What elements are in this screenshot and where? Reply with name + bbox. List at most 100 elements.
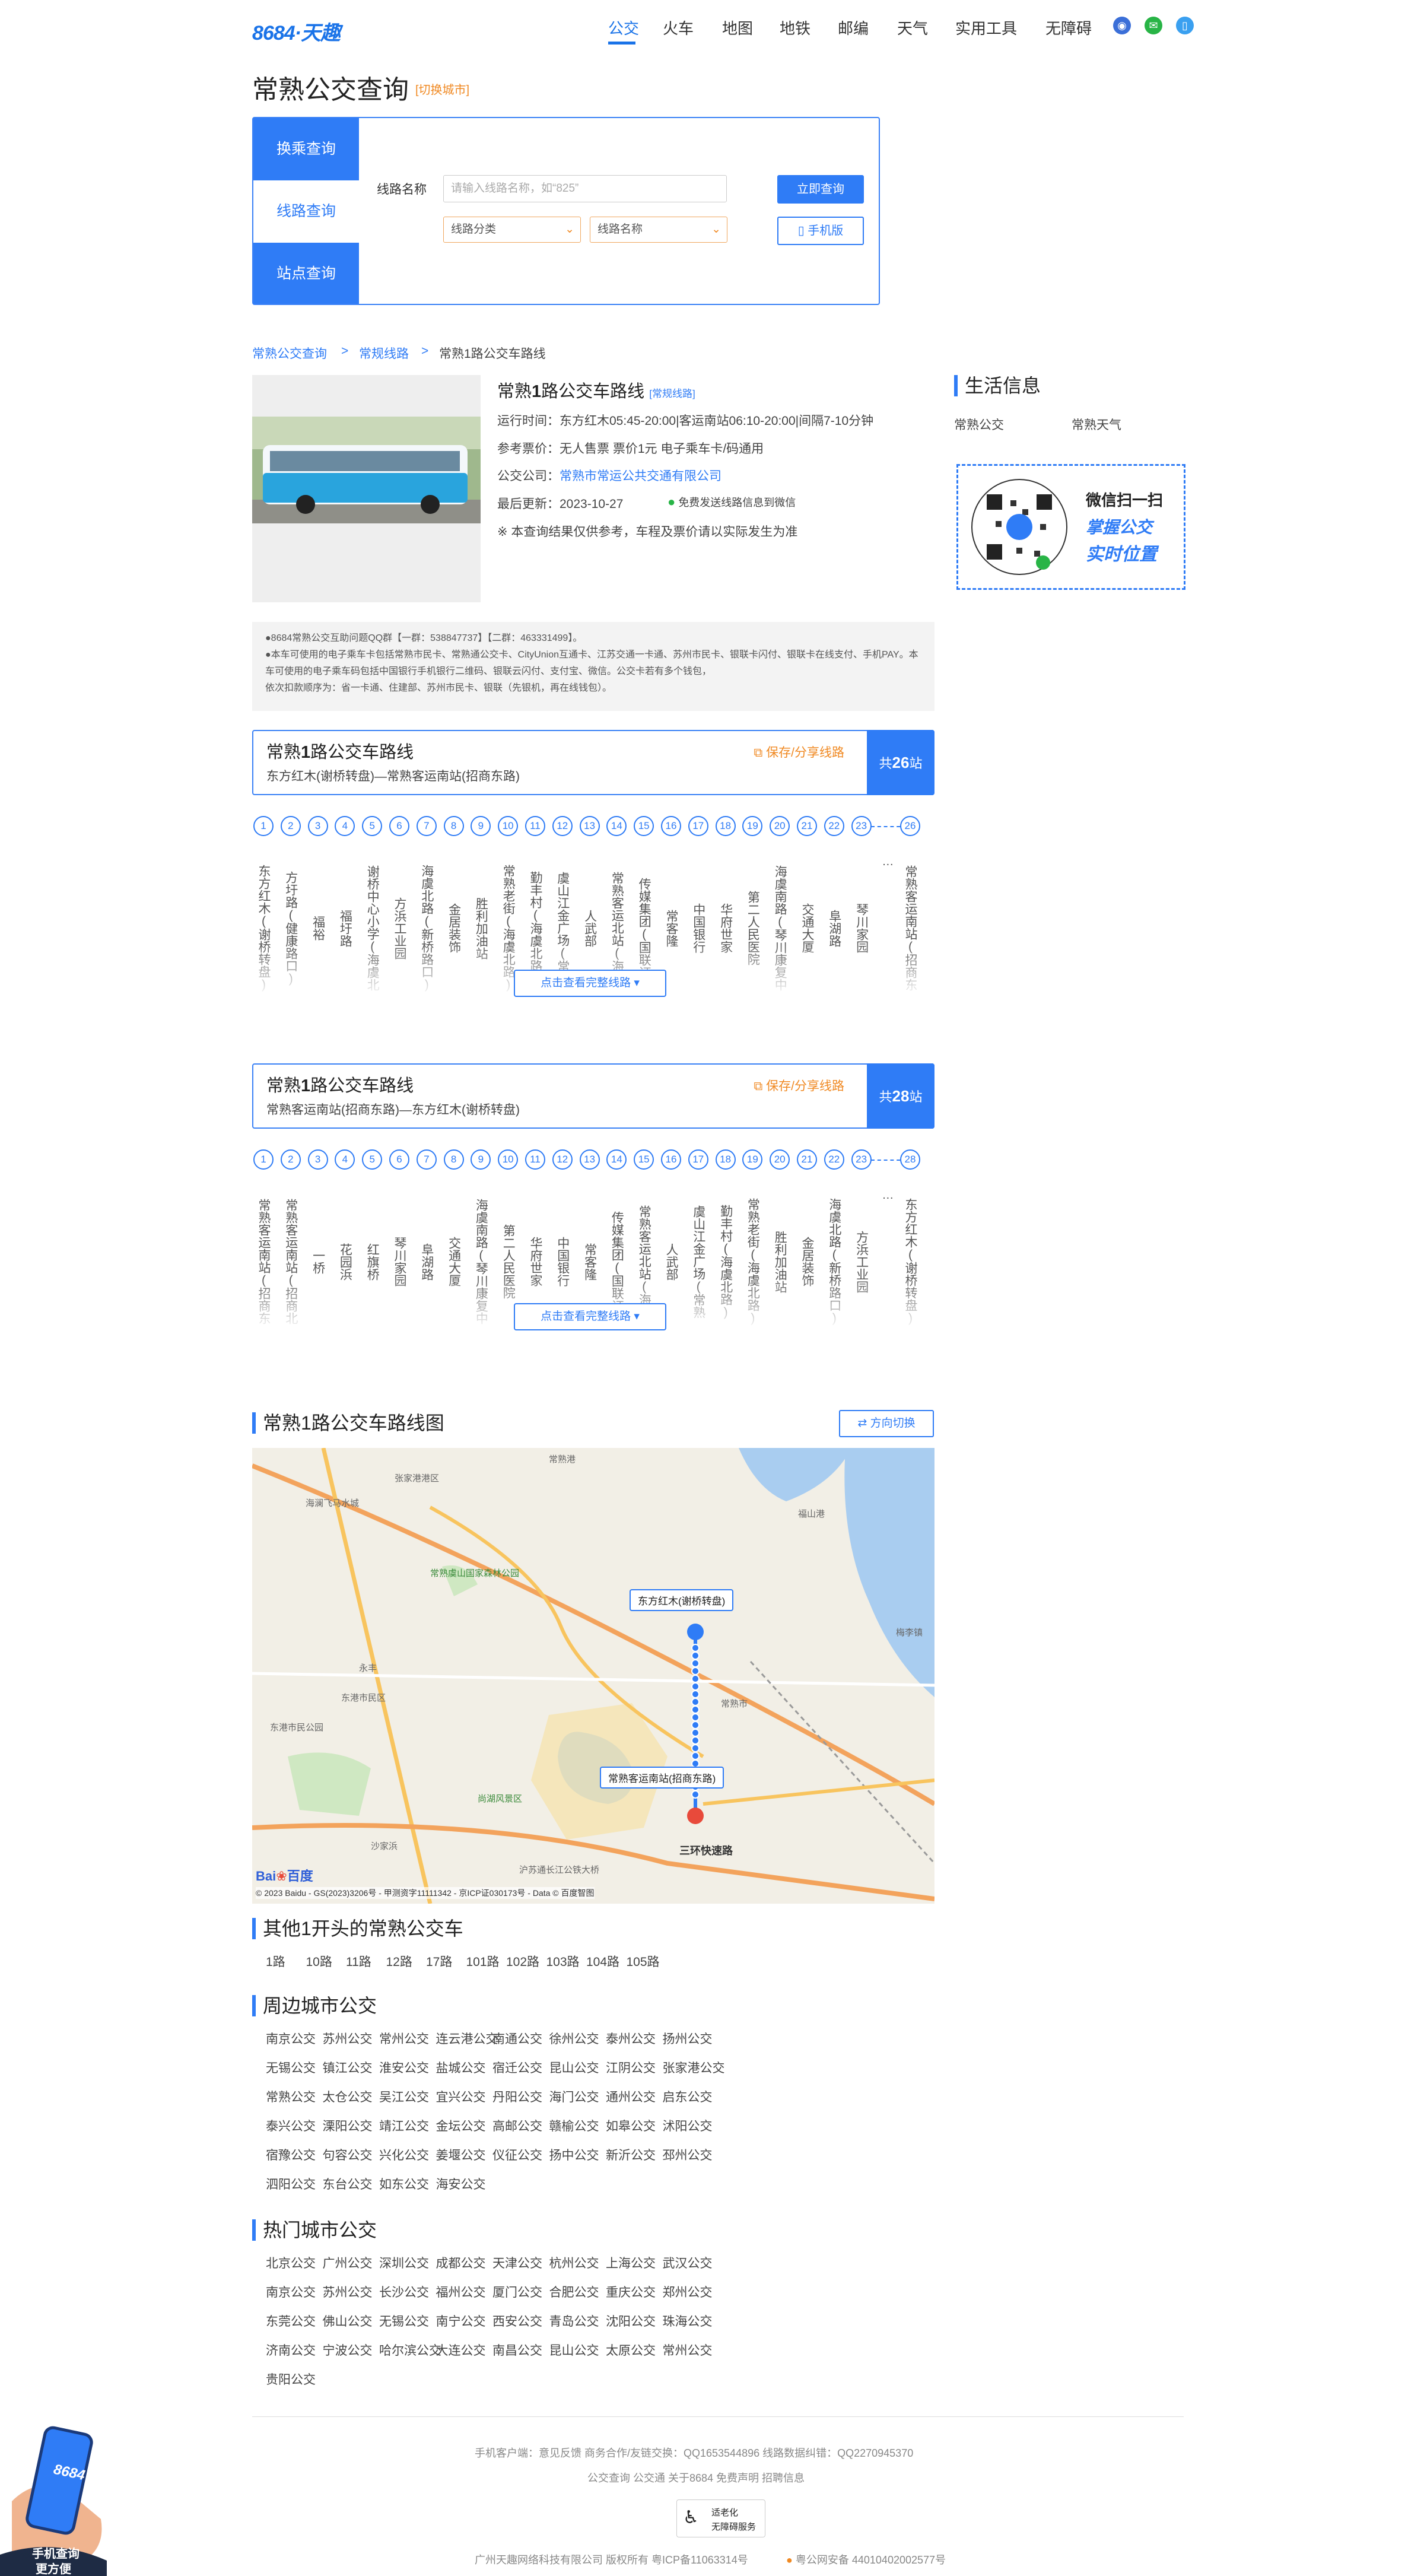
city-link[interactable]: 无锡公交: [379, 2312, 429, 2330]
sidebar-link-weather[interactable]: 常熟天气: [1072, 415, 1121, 433]
line-search-input[interactable]: 请输入线路名称，如“825”: [443, 175, 727, 202]
city-link[interactable]: 如东公交: [379, 2175, 429, 2193]
nav-metro[interactable]: 地铁: [780, 17, 810, 39]
map-stop-marker[interactable]: [691, 1667, 700, 1675]
city-link[interactable]: 泰州公交: [606, 2029, 656, 2047]
city-link[interactable]: 高邮公交: [492, 2117, 542, 2135]
city-link[interactable]: 贵阳公交: [266, 2370, 316, 2388]
city-link[interactable]: 新沂公交: [606, 2146, 656, 2164]
city-link[interactable]: 广州公交: [323, 2254, 373, 2272]
route-link[interactable]: 103路: [546, 1952, 580, 1970]
city-link[interactable]: 宁波公交: [323, 2341, 373, 2359]
map-stop-marker[interactable]: [691, 1644, 700, 1652]
city-link[interactable]: 扬中公交: [549, 2146, 599, 2164]
route-link[interactable]: 1路: [266, 1952, 285, 1970]
map-stop-marker[interactable]: [691, 1790, 700, 1799]
route-link[interactable]: 11路: [346, 1952, 371, 1970]
city-link[interactable]: 上海公交: [606, 2254, 656, 2272]
city-link[interactable]: 邳州公交: [663, 2146, 713, 2164]
share-route-link[interactable]: ⧉ 保存/分享线路: [754, 743, 844, 761]
city-link[interactable]: 海门公交: [549, 2088, 599, 2105]
city-link[interactable]: 南通公交: [492, 2029, 542, 2047]
map-stop-marker[interactable]: [691, 1721, 700, 1729]
nav-bus[interactable]: 公交: [608, 17, 639, 39]
city-link[interactable]: 镇江公交: [323, 2059, 373, 2076]
city-link[interactable]: 淮安公交: [379, 2059, 429, 2076]
city-link[interactable]: 沭阳公交: [663, 2117, 713, 2135]
wechat-icon[interactable]: ✉: [1145, 17, 1162, 34]
sidebar-link-bus[interactable]: 常熟公交: [954, 415, 1004, 433]
map-start-label[interactable]: 东方红木(谢桥转盘): [630, 1589, 734, 1611]
city-link[interactable]: 郑州公交: [663, 2283, 713, 2301]
accessibility-badge[interactable]: ♿ 适老化 无障碍服务: [676, 2499, 765, 2537]
city-link[interactable]: 盐城公交: [436, 2059, 486, 2076]
city-link[interactable]: 沈阳公交: [606, 2312, 656, 2330]
city-link[interactable]: 溧阳公交: [323, 2117, 373, 2135]
city-link[interactable]: 启东公交: [663, 2088, 713, 2105]
city-link[interactable]: 东台公交: [323, 2175, 373, 2193]
city-link[interactable]: 哈尔滨公交: [379, 2341, 441, 2359]
map-stop-marker[interactable]: [691, 1744, 700, 1752]
tab-transfer[interactable]: 换乘查询: [253, 118, 359, 180]
category-select[interactable]: 线路分类 ⌄: [443, 217, 581, 243]
city-link[interactable]: 杭州公交: [549, 2254, 599, 2272]
city-link[interactable]: 兴化公交: [379, 2146, 429, 2164]
nav-postcode[interactable]: 邮编: [838, 17, 869, 39]
nav-weather[interactable]: 天气: [897, 17, 928, 39]
map-stop-marker[interactable]: [691, 1736, 700, 1745]
city-link[interactable]: 金坛公交: [436, 2117, 486, 2135]
city-link[interactable]: 句容公交: [323, 2146, 373, 2164]
nav-accessibility[interactable]: 无障碍: [1045, 17, 1092, 39]
city-link[interactable]: 常州公交: [379, 2029, 429, 2047]
app-icon[interactable]: ▯: [1176, 17, 1194, 34]
city-link[interactable]: 深圳公交: [379, 2254, 429, 2272]
city-link[interactable]: 赣榆公交: [549, 2117, 599, 2135]
route-tag[interactable]: [常规线路]: [649, 388, 695, 399]
city-link[interactable]: 苏州公交: [323, 2029, 373, 2047]
city-link[interactable]: 张家港公交: [663, 2059, 725, 2076]
city-link[interactable]: 合肥公交: [549, 2283, 599, 2301]
city-link[interactable]: 北京公交: [266, 2254, 316, 2272]
city-link[interactable]: 靖江公交: [379, 2117, 429, 2135]
city-link[interactable]: 宿豫公交: [266, 2146, 316, 2164]
route-link[interactable]: 10路: [306, 1952, 332, 1970]
city-link[interactable]: 厦门公交: [492, 2283, 542, 2301]
city-link[interactable]: 江阴公交: [606, 2059, 656, 2076]
map-stop-marker[interactable]: [691, 1675, 700, 1683]
city-link[interactable]: 姜堰公交: [436, 2146, 486, 2164]
wechat-send[interactable]: ● 免费发送线路信息到微信: [668, 494, 796, 510]
company-link[interactable]: 常熟市常运公共交通有限公司: [560, 469, 721, 483]
city-link[interactable]: 南京公交: [266, 2283, 316, 2301]
city-link[interactable]: 常州公交: [663, 2341, 713, 2359]
city-link[interactable]: 南京公交: [266, 2029, 316, 2047]
share-route-link[interactable]: ⧉ 保存/分享线路: [754, 1076, 844, 1094]
map-stop-marker[interactable]: [691, 1682, 700, 1691]
tab-line[interactable]: 线路查询: [253, 180, 359, 243]
route-link[interactable]: 104路: [586, 1952, 619, 1970]
city-link[interactable]: 重庆公交: [606, 2283, 656, 2301]
footer-links[interactable]: 公交查询 公交通 关于8684 免费声明 招聘信息: [587, 2470, 805, 2485]
city-link[interactable]: 天津公交: [492, 2254, 542, 2272]
view-full-route-button[interactable]: 点击查看完整线路 ▾: [514, 1303, 666, 1330]
map-stop-marker[interactable]: [691, 1705, 700, 1714]
map-stop-marker[interactable]: [691, 1690, 700, 1698]
route-link[interactable]: 17路: [426, 1952, 452, 1970]
route-map[interactable]: 东方红木(谢桥转盘) 常熟客运南站(招商东路) 海澜飞马水城 张家港港区 常熟港…: [252, 1448, 935, 1904]
city-link[interactable]: 珠海公交: [663, 2312, 713, 2330]
city-link[interactable]: 苏州公交: [323, 2283, 373, 2301]
city-link[interactable]: 东莞公交: [266, 2312, 316, 2330]
city-link[interactable]: 常熟公交: [266, 2088, 316, 2105]
map-stop-marker[interactable]: [691, 1713, 700, 1721]
breadcrumb-category[interactable]: 常规线路: [359, 344, 409, 362]
mobile-version-button[interactable]: ▯ 手机版: [777, 217, 864, 245]
city-link[interactable]: 连云港公交: [436, 2029, 498, 2047]
city-link[interactable]: 武汉公交: [663, 2254, 713, 2272]
city-link[interactable]: 徐州公交: [549, 2029, 599, 2047]
city-link[interactable]: 扬州公交: [663, 2029, 713, 2047]
city-link[interactable]: 佛山公交: [323, 2312, 373, 2330]
city-link[interactable]: 昆山公交: [549, 2059, 599, 2076]
map-stop-marker[interactable]: [691, 1659, 700, 1667]
city-link[interactable]: 大连公交: [436, 2341, 486, 2359]
city-link[interactable]: 通州公交: [606, 2088, 656, 2105]
city-link[interactable]: 宜兴公交: [436, 2088, 486, 2105]
